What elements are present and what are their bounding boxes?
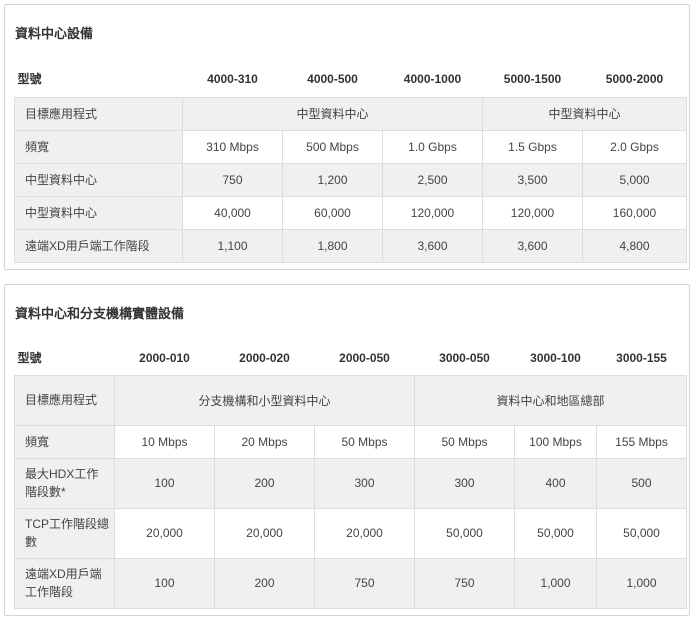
table-row: 最大HDX工作階段數* 100 200 300 300 400 500	[14, 457, 687, 509]
table-cell: 1,800	[282, 228, 383, 263]
datacenter-spec-table: 型號 4000-310 4000-500 4000-1000 5000-1500…	[14, 61, 687, 263]
section-title: 資料中心和分支機構實體設備	[15, 307, 185, 322]
table-cell: 120,000	[382, 195, 483, 230]
table-cell: 20 Mbps	[214, 424, 315, 459]
table-cell: 2,500	[382, 162, 483, 197]
table-row: 中型資料中心 750 1,200 2,500 3,500 5,000	[14, 162, 687, 197]
datacenter-branch-appliances-panel: 資料中心和分支機構實體設備 型號 2000-010 2000-020 2000-…	[4, 284, 690, 616]
table-cell: 20,000	[214, 507, 315, 559]
model-name: 2000-020	[239, 350, 290, 365]
model-name: 4000-1000	[403, 71, 462, 86]
model-label: 型號	[17, 72, 42, 87]
table-cell: 1.5 Gbps	[482, 129, 583, 164]
table-cell: 50 Mbps	[414, 424, 515, 459]
table-cell: 40,000	[182, 195, 283, 230]
table-row: 目標應用程式 中型資料中心 中型資料中心	[14, 96, 687, 131]
row-label: 遠端XD用戶端工作階段	[14, 228, 183, 263]
table-cell: 60,000	[282, 195, 383, 230]
table-cell: 155 Mbps	[596, 424, 687, 459]
model-name: 5000-1500	[503, 71, 562, 86]
table-cell: 160,000	[582, 195, 687, 230]
model-header-row: 型號 2000-010 2000-020 2000-050 3000-050 3…	[15, 341, 687, 375]
row-label: TCP工作階段總數	[14, 507, 115, 559]
table-cell: 20,000	[114, 507, 215, 559]
table-cell: 50 Mbps	[314, 424, 415, 459]
table-cell: 50,000	[414, 507, 515, 559]
table-cell: 50,000	[596, 507, 687, 559]
table-cell: 中型資料中心	[182, 96, 483, 131]
table-cell: 100 Mbps	[514, 424, 597, 459]
model-name: 4000-310	[207, 71, 258, 86]
table-row: 中型資料中心 40,000 60,000 120,000 120,000 160…	[14, 195, 687, 230]
model-label: 型號	[17, 351, 42, 366]
row-label: 中型資料中心	[14, 162, 183, 197]
table-row: 目標應用程式 分支機構和小型資料中心 資料中心和地區總部	[14, 374, 687, 426]
row-label: 最大HDX工作階段數*	[14, 457, 115, 509]
table-cell: 100	[114, 457, 215, 509]
row-label: 頻寬	[14, 129, 183, 164]
table-cell: 310 Mbps	[182, 129, 283, 164]
table-row: 遠端XD用戶端工作階段 100 200 750 750 1,000 1,000	[14, 557, 687, 609]
model-name: 3000-050	[439, 350, 490, 365]
table-row: 頻寬 310 Mbps 500 Mbps 1.0 Gbps 1.5 Gbps 2…	[14, 129, 687, 164]
model-name: 2000-010	[139, 350, 190, 365]
model-header-row: 型號 4000-310 4000-500 4000-1000 5000-1500…	[15, 61, 687, 97]
model-name: 3000-100	[530, 350, 581, 365]
table-cell: 750	[414, 557, 515, 609]
table-cell: 3,600	[382, 228, 483, 263]
table-cell: 750	[182, 162, 283, 197]
model-name: 2000-050	[339, 350, 390, 365]
table-cell: 3,600	[482, 228, 583, 263]
table-cell: 1,100	[182, 228, 283, 263]
table-cell: 10 Mbps	[114, 424, 215, 459]
row-label: 頻寬	[14, 424, 115, 459]
table-cell: 2.0 Gbps	[582, 129, 687, 164]
branch-spec-table: 型號 2000-010 2000-020 2000-050 3000-050 3…	[14, 341, 687, 609]
table-cell: 5,000	[582, 162, 687, 197]
table-cell: 200	[214, 457, 315, 509]
table-cell: 4,800	[582, 228, 687, 263]
row-label: 中型資料中心	[14, 195, 183, 230]
row-label: 目標應用程式	[14, 374, 115, 426]
table-cell: 120,000	[482, 195, 583, 230]
table-cell: 750	[314, 557, 415, 609]
table-cell: 20,000	[314, 507, 415, 559]
model-name: 3000-155	[616, 350, 667, 365]
row-label: 目標應用程式	[14, 96, 183, 131]
table-row: 遠端XD用戶端工作階段 1,100 1,800 3,600 3,600 4,80…	[14, 228, 687, 263]
table-cell: 1,200	[282, 162, 383, 197]
model-name: 5000-2000	[605, 71, 664, 86]
table-cell: 1,000	[596, 557, 687, 609]
table-cell: 200	[214, 557, 315, 609]
table-cell: 500 Mbps	[282, 129, 383, 164]
table-cell: 分支機構和小型資料中心	[114, 374, 415, 426]
model-name: 4000-500	[307, 71, 358, 86]
table-cell: 1,000	[514, 557, 597, 609]
table-cell: 50,000	[514, 507, 597, 559]
table-cell: 資料中心和地區總部	[414, 374, 687, 426]
table-cell: 100	[114, 557, 215, 609]
table-cell: 400	[514, 457, 597, 509]
table-cell: 500	[596, 457, 687, 509]
table-cell: 3,500	[482, 162, 583, 197]
datacenter-appliances-panel: 資料中心設備 型號 4000-310 4000-500 4000-1000 50…	[4, 4, 690, 270]
row-label: 遠端XD用戶端工作階段	[14, 557, 115, 609]
table-cell: 300	[414, 457, 515, 509]
section-title: 資料中心設備	[15, 27, 94, 42]
table-row: 頻寬 10 Mbps 20 Mbps 50 Mbps 50 Mbps 100 M…	[14, 424, 687, 459]
table-cell: 300	[314, 457, 415, 509]
table-cell: 中型資料中心	[482, 96, 687, 131]
table-cell: 1.0 Gbps	[382, 129, 483, 164]
table-row: TCP工作階段總數 20,000 20,000 20,000 50,000 50…	[14, 507, 687, 559]
